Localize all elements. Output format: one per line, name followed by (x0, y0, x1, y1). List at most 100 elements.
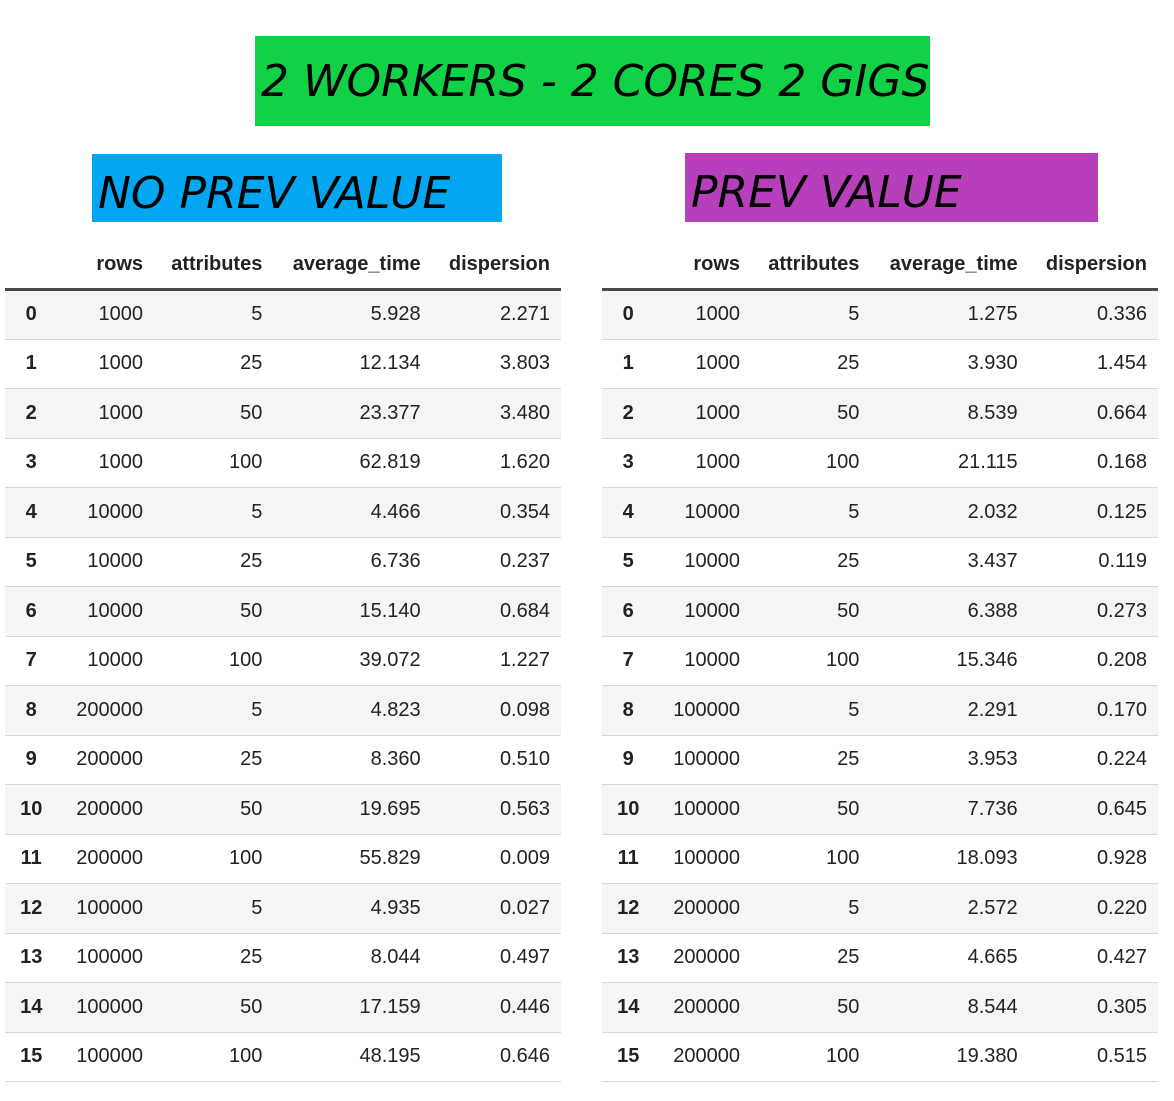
dispersion-cell: 1.454 (1028, 339, 1158, 389)
rows-cell: 100000 (57, 982, 155, 1033)
rows-cell: 10000 (57, 487, 155, 538)
rows-cell: 100000 (654, 834, 752, 884)
row-index: 0 (5, 289, 58, 340)
average-time-cell: 8.539 (870, 388, 1029, 439)
attributes-cell: 25 (751, 537, 871, 587)
attributes-cell: 100 (751, 636, 871, 686)
row-index: 6 (5, 586, 58, 637)
row-index: 10 (5, 784, 58, 835)
table-row: 7 10000 100 15.346 0.208 (602, 636, 1158, 686)
average-time-cell: 62.819 (273, 438, 432, 488)
average-time-cell: 15.140 (273, 586, 432, 637)
table-row: 6 10000 50 6.388 0.273 (602, 586, 1158, 637)
attributes-cell: 100 (751, 438, 871, 488)
table-row: 11 100000 100 18.093 0.928 (602, 834, 1158, 884)
rows-cell: 200000 (654, 933, 752, 983)
dispersion-cell: 0.646 (431, 1032, 561, 1082)
dispersion-cell: 0.684 (431, 586, 561, 637)
dispersion-cell: 0.220 (1028, 883, 1158, 934)
average-time-cell: 3.930 (870, 339, 1029, 389)
row-index: 10 (602, 784, 655, 835)
table-row: 12 100000 5 4.935 0.027 (5, 883, 561, 934)
rows-cell: 10000 (654, 487, 752, 538)
row-index: 4 (602, 487, 655, 538)
attributes-cell: 25 (154, 735, 274, 785)
dispersion-cell: 0.928 (1028, 834, 1158, 884)
average-time-cell: 7.736 (870, 784, 1029, 835)
attributes-cell: 5 (751, 289, 871, 340)
row-index: 7 (5, 636, 58, 686)
no-prev-value-table-body: 0 1000 5 5.928 2.271 1 1000 25 12.134 3.803 2 1000 5… (5, 289, 561, 1082)
row-index: 1 (5, 339, 58, 389)
row-index: 2 (5, 388, 58, 439)
table-row: 0 1000 5 5.928 2.271 (5, 289, 561, 340)
dispersion-cell: 0.237 (431, 537, 561, 587)
index-header (602, 240, 655, 291)
average-time-cell: 23.377 (273, 388, 432, 439)
rows-header: rows (654, 240, 752, 291)
dispersion-cell: 0.098 (431, 685, 561, 736)
row-index: 3 (5, 438, 58, 488)
average-time-cell: 4.823 (273, 685, 432, 736)
rows-header: rows (57, 240, 155, 291)
attributes-cell: 100 (154, 438, 274, 488)
row-index: 13 (5, 933, 58, 983)
table-row: 2 1000 50 23.377 3.480 (5, 388, 561, 439)
rows-cell: 100000 (57, 1032, 155, 1082)
average-time-cell: 6.388 (870, 586, 1029, 637)
average-time-cell: 4.466 (273, 487, 432, 538)
average-time-cell: 39.072 (273, 636, 432, 686)
rows-cell: 10000 (57, 636, 155, 686)
rows-cell: 1000 (57, 289, 155, 340)
table-header-row: rows attributes average_time dispersion (5, 240, 561, 291)
table-row: 9 100000 25 3.953 0.224 (602, 735, 1158, 785)
attributes-cell: 25 (751, 735, 871, 785)
row-index: 15 (602, 1032, 655, 1082)
row-index: 6 (602, 586, 655, 637)
prev-value-table-body: 0 1000 5 1.275 0.336 1 1000 25 3.930 1.454 2 1000 50… (602, 289, 1158, 1082)
rows-cell: 1000 (57, 388, 155, 439)
attributes-cell: 50 (751, 784, 871, 835)
average-time-cell: 17.159 (273, 982, 432, 1033)
attributes-header: attributes (154, 240, 274, 291)
attributes-cell: 5 (154, 685, 274, 736)
attributes-cell: 5 (154, 883, 274, 934)
dispersion-cell: 0.515 (1028, 1032, 1158, 1082)
dispersion-cell: 0.027 (431, 883, 561, 934)
table-row: 13 100000 25 8.044 0.497 (5, 933, 561, 983)
average-time-cell: 6.736 (273, 537, 432, 587)
average-time-cell: 48.195 (273, 1032, 432, 1082)
rows-cell: 200000 (57, 685, 155, 736)
row-index: 4 (5, 487, 58, 538)
dispersion-cell: 0.497 (431, 933, 561, 983)
rows-cell: 200000 (654, 982, 752, 1033)
rows-cell: 200000 (57, 834, 155, 884)
title-banner: 2 WORKERS - 2 CORES 2 GIGS (255, 36, 930, 126)
table-row: 3 1000 100 21.115 0.168 (602, 438, 1158, 488)
attributes-cell: 100 (154, 834, 274, 884)
rows-cell: 1000 (57, 339, 155, 389)
row-index: 9 (602, 735, 655, 785)
dispersion-cell: 3.803 (431, 339, 561, 389)
rows-cell: 100000 (654, 784, 752, 835)
no-prev-value-table: rows attributes average_time dispersion … (5, 240, 561, 1082)
average-time-cell: 15.346 (870, 636, 1029, 686)
title-text: 2 WORKERS - 2 CORES 2 GIGS (261, 55, 930, 107)
attributes-cell: 50 (154, 784, 274, 835)
dispersion-cell: 0.168 (1028, 438, 1158, 488)
average-time-cell: 12.134 (273, 339, 432, 389)
dispersion-cell: 0.446 (431, 982, 561, 1033)
rows-cell: 100000 (654, 685, 752, 736)
attributes-cell: 25 (751, 339, 871, 389)
attributes-header: attributes (751, 240, 871, 291)
attributes-cell: 5 (751, 883, 871, 934)
average-time-cell: 19.380 (870, 1032, 1029, 1082)
rows-cell: 1000 (654, 438, 752, 488)
rows-cell: 10000 (654, 537, 752, 587)
index-header (5, 240, 58, 291)
table-row: 7 10000 100 39.072 1.227 (5, 636, 561, 686)
table-row: 13 200000 25 4.665 0.427 (602, 933, 1158, 983)
row-index: 11 (602, 834, 655, 884)
rows-cell: 1000 (654, 289, 752, 340)
rows-cell: 100000 (57, 933, 155, 983)
